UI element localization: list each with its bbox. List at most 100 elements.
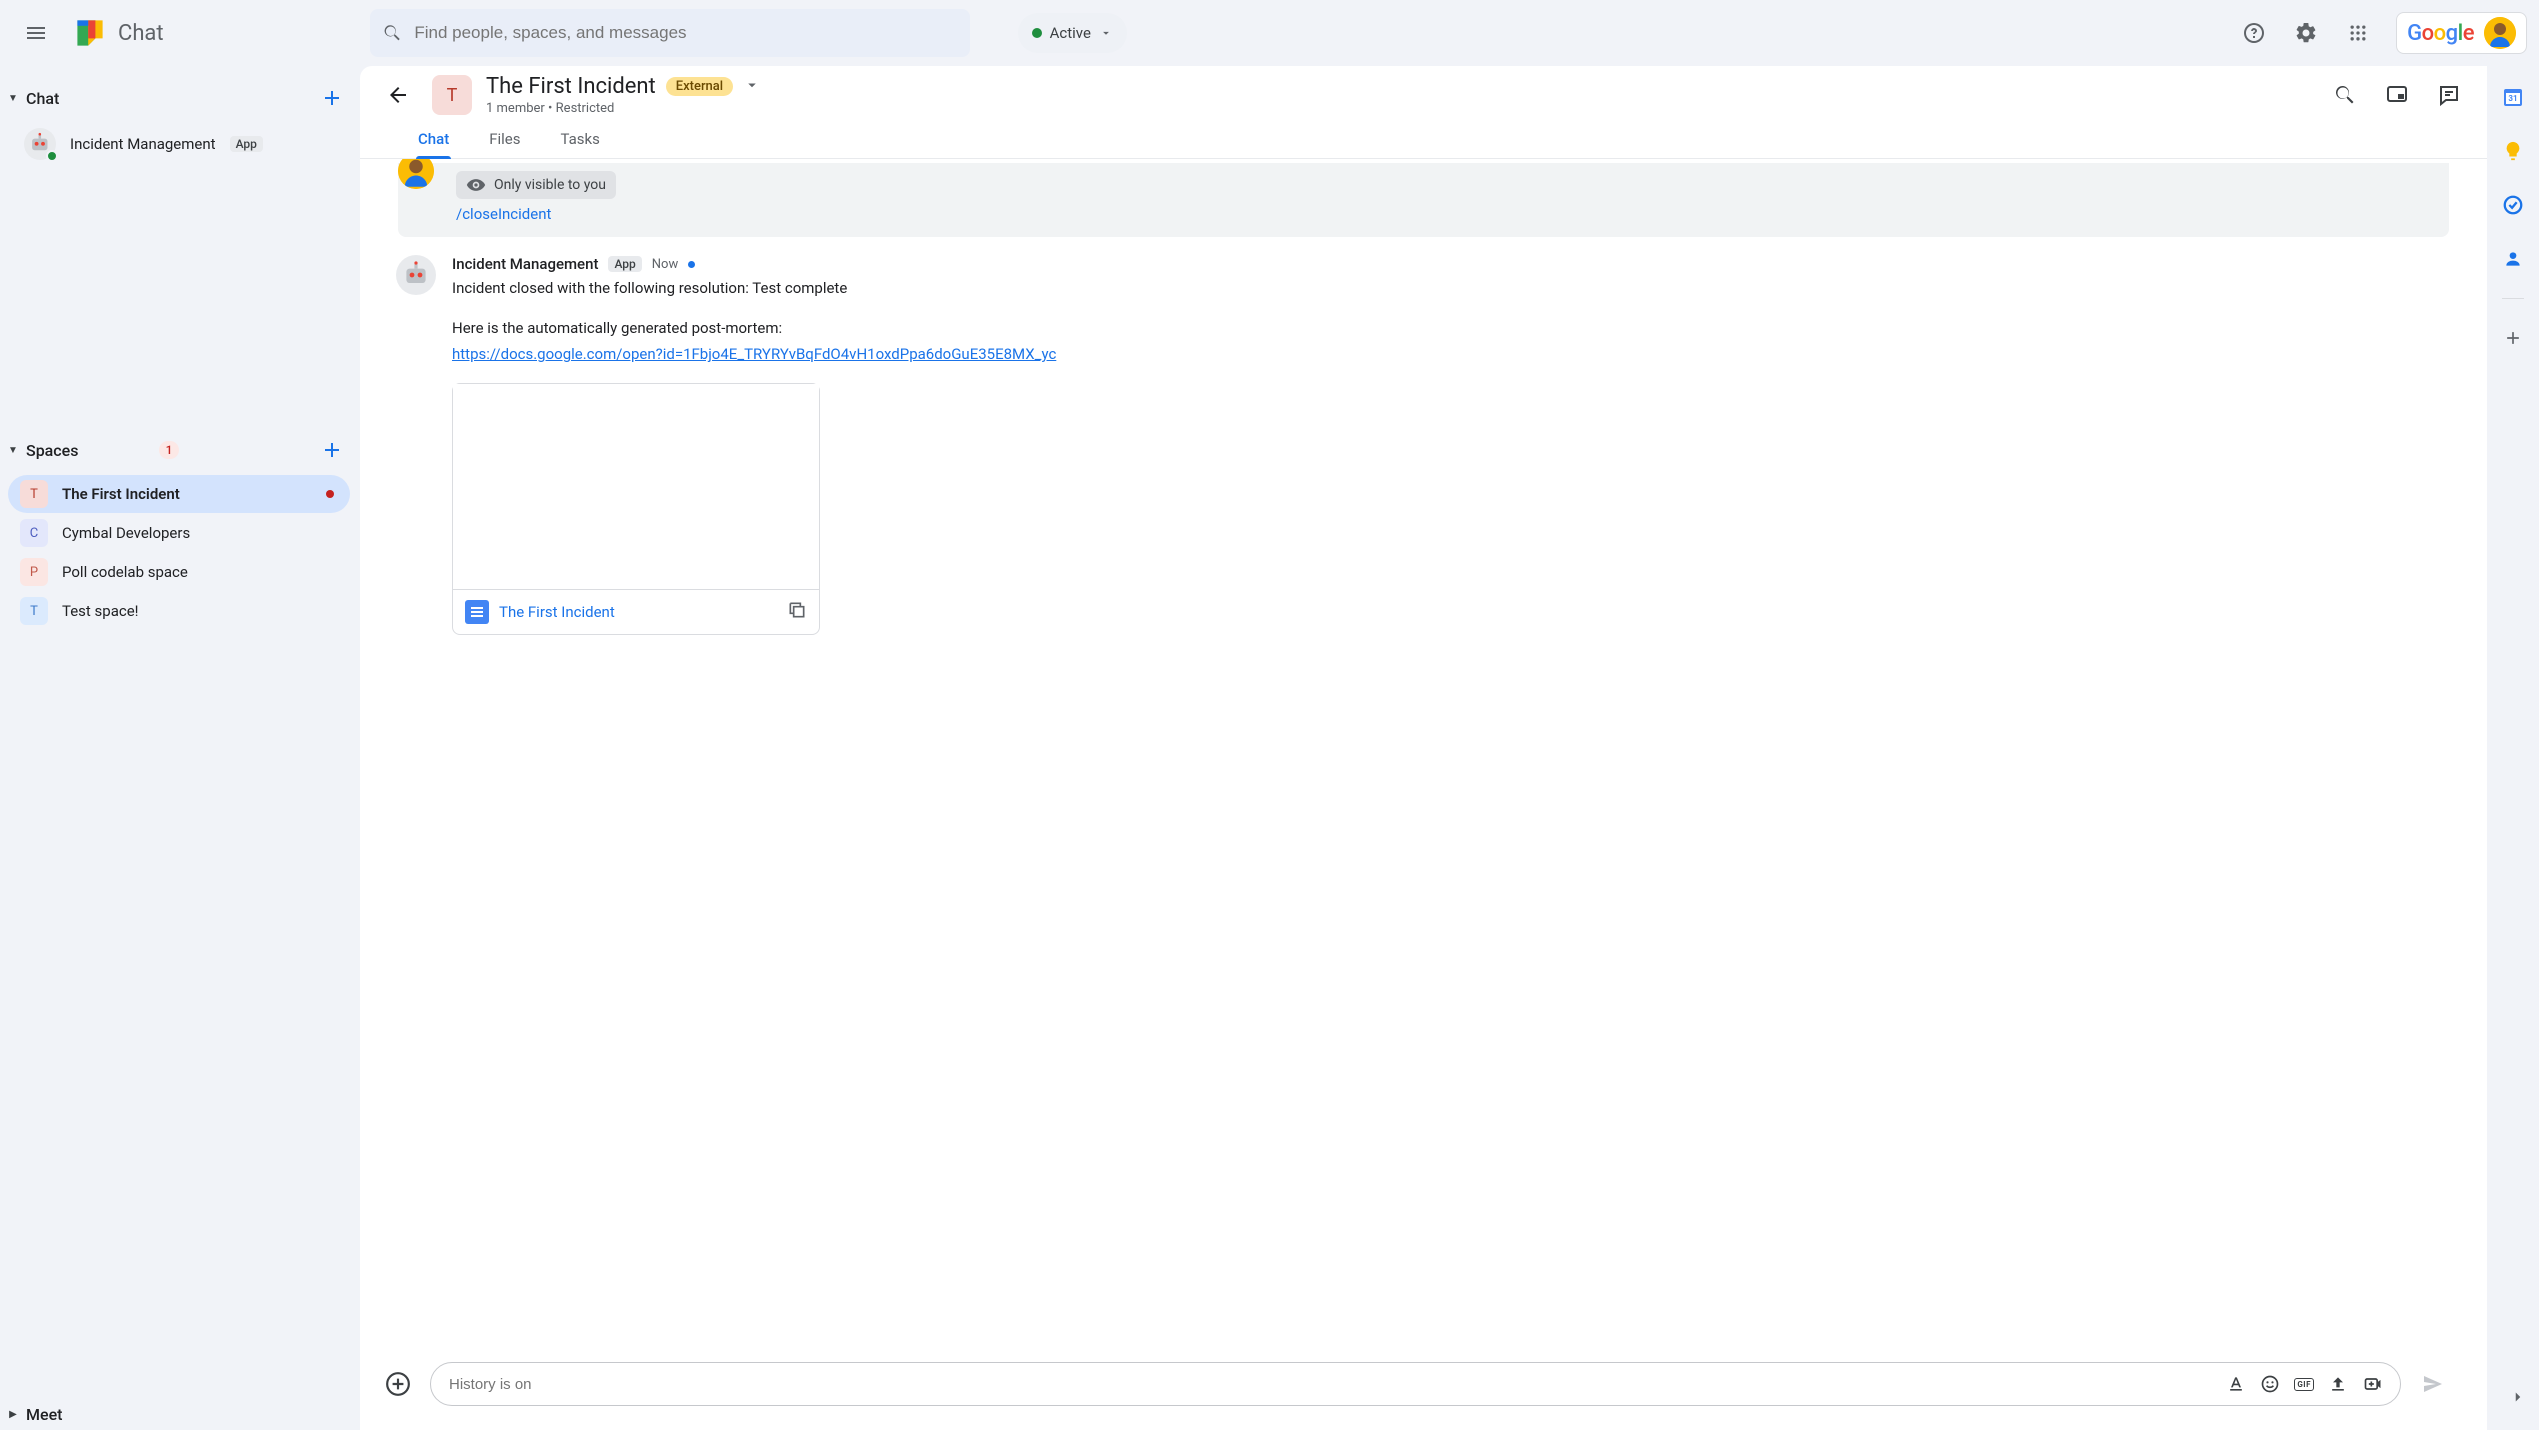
video-add-icon bbox=[2362, 1374, 2384, 1394]
chevron-down-icon bbox=[743, 76, 761, 94]
google-logo: Google bbox=[2407, 21, 2474, 46]
keep-icon bbox=[2502, 140, 2524, 162]
settings-button[interactable] bbox=[2284, 11, 2328, 55]
space-item[interactable]: C Cymbal Developers bbox=[8, 514, 350, 552]
rail-add[interactable] bbox=[2494, 319, 2532, 357]
slash-command: /closeIncident bbox=[456, 205, 2433, 223]
message-text: Incident closed with the following resol… bbox=[452, 277, 2451, 299]
add-attachment-button[interactable] bbox=[380, 1366, 416, 1402]
space-initial-icon: T bbox=[20, 480, 48, 508]
meet-section-title: Meet bbox=[26, 1405, 350, 1424]
space-label: The First Incident bbox=[62, 485, 180, 503]
app-chip: App bbox=[230, 136, 263, 152]
status-pill[interactable]: Active bbox=[1018, 13, 1127, 53]
sidebar: ▼ Chat Incident Management App ▼ Spaces … bbox=[0, 66, 358, 1430]
tab-chat[interactable]: Chat bbox=[416, 122, 451, 158]
space-item[interactable]: T The First Incident bbox=[8, 475, 350, 513]
message: Incident Management App Now Incident clo… bbox=[396, 255, 2451, 635]
emoji-button[interactable] bbox=[2260, 1374, 2280, 1394]
chat-section-header[interactable]: ▼ Chat bbox=[0, 74, 358, 122]
app-chip: App bbox=[608, 256, 641, 272]
plus-circle-icon bbox=[385, 1371, 411, 1397]
collapse-icon: ▼ bbox=[6, 93, 20, 104]
composer-area: GIF bbox=[360, 1346, 2487, 1430]
gif-icon: GIF bbox=[2294, 1378, 2314, 1391]
composer-input[interactable] bbox=[449, 1376, 2226, 1393]
gear-icon bbox=[2294, 21, 2318, 45]
tab-files[interactable]: Files bbox=[487, 122, 522, 158]
rail-separator bbox=[2502, 298, 2524, 299]
google-docs-icon bbox=[465, 600, 489, 624]
external-badge: External bbox=[666, 77, 733, 96]
space-item[interactable]: P Poll codelab space bbox=[8, 553, 350, 591]
chat-panel-icon bbox=[2437, 83, 2461, 107]
svg-text:31: 31 bbox=[2508, 94, 2517, 103]
hamburger-icon bbox=[24, 21, 48, 45]
copy-icon bbox=[787, 600, 807, 620]
search-box[interactable] bbox=[370, 9, 970, 57]
unread-dot-icon bbox=[326, 490, 334, 498]
message-link[interactable]: https://docs.google.com/open?id=1Fbjo4E_… bbox=[452, 343, 2451, 365]
message-sender: Incident Management bbox=[452, 255, 598, 273]
chevron-right-icon bbox=[2509, 1388, 2527, 1406]
new-indicator-icon bbox=[688, 261, 695, 268]
calendar-icon: 31 bbox=[2501, 85, 2525, 109]
meet-section-header[interactable]: ▶ Meet bbox=[0, 1399, 358, 1430]
space-header: T The First Incident External 1 member •… bbox=[360, 66, 2487, 116]
doc-attachment[interactable]: The First Incident bbox=[452, 383, 820, 635]
rail-calendar[interactable]: 31 bbox=[2494, 78, 2532, 116]
send-button[interactable] bbox=[2415, 1366, 2451, 1402]
space-label: Poll codelab space bbox=[62, 563, 188, 581]
help-icon bbox=[2242, 21, 2266, 45]
space-item[interactable]: T Test space! bbox=[8, 592, 350, 630]
spaces-section-header[interactable]: ▼ Spaces 1 bbox=[0, 426, 358, 474]
status-label: Active bbox=[1050, 24, 1091, 42]
format-button[interactable] bbox=[2226, 1374, 2246, 1394]
apps-button[interactable] bbox=[2336, 11, 2380, 55]
person-icon bbox=[2503, 249, 2523, 269]
upload-button[interactable] bbox=[2328, 1374, 2348, 1394]
help-button[interactable] bbox=[2232, 11, 2276, 55]
space-avatar: T bbox=[432, 75, 472, 115]
message-composer[interactable]: GIF bbox=[430, 1362, 2401, 1406]
visibility-label: Only visible to you bbox=[494, 177, 606, 193]
back-button[interactable] bbox=[378, 75, 418, 115]
side-rail: 31 bbox=[2487, 66, 2539, 1430]
space-initial-icon: T bbox=[20, 597, 48, 625]
rail-tasks[interactable] bbox=[2494, 186, 2532, 224]
main-menu-button[interactable] bbox=[12, 9, 60, 57]
google-account[interactable]: Google bbox=[2396, 12, 2527, 54]
space-menu-button[interactable] bbox=[743, 76, 761, 98]
new-space-button[interactable] bbox=[314, 432, 350, 468]
rail-keep[interactable] bbox=[2494, 132, 2532, 170]
space-subtitle: 1 member • Restricted bbox=[486, 101, 761, 116]
emoji-icon bbox=[2260, 1374, 2280, 1394]
eye-icon bbox=[466, 175, 486, 195]
tab-tasks[interactable]: Tasks bbox=[559, 122, 602, 158]
search-input[interactable] bbox=[414, 23, 957, 43]
video-button[interactable] bbox=[2362, 1374, 2384, 1394]
chat-logo-icon bbox=[72, 15, 108, 51]
space-initial-icon: P bbox=[20, 558, 48, 586]
chat-item-incident-management[interactable]: Incident Management App bbox=[8, 122, 350, 166]
doc-title: The First Incident bbox=[499, 603, 777, 621]
new-chat-button[interactable] bbox=[314, 80, 350, 116]
chat-item-label: Incident Management bbox=[70, 135, 216, 153]
search-in-space-button[interactable] bbox=[2325, 75, 2365, 115]
presence-dot-icon bbox=[46, 150, 58, 162]
product-logo[interactable]: Chat bbox=[68, 15, 164, 51]
rail-contacts[interactable] bbox=[2494, 240, 2532, 278]
space-initial-icon: C bbox=[20, 519, 48, 547]
chat-section-title: Chat bbox=[26, 89, 308, 108]
ephemeral-message: Only visible to you /closeIncident bbox=[398, 163, 2449, 237]
present-button[interactable] bbox=[2377, 75, 2417, 115]
gif-button[interactable]: GIF bbox=[2294, 1374, 2314, 1394]
bot-avatar-icon bbox=[24, 128, 56, 160]
collapse-rail-button[interactable] bbox=[2509, 1388, 2527, 1410]
copy-button[interactable] bbox=[787, 600, 807, 624]
tabs: Chat Files Tasks bbox=[360, 116, 2487, 159]
user-avatar[interactable] bbox=[2484, 17, 2516, 49]
spaces-unread-badge: 1 bbox=[159, 441, 180, 459]
product-name: Chat bbox=[118, 21, 164, 46]
toggle-thread-button[interactable] bbox=[2429, 75, 2469, 115]
